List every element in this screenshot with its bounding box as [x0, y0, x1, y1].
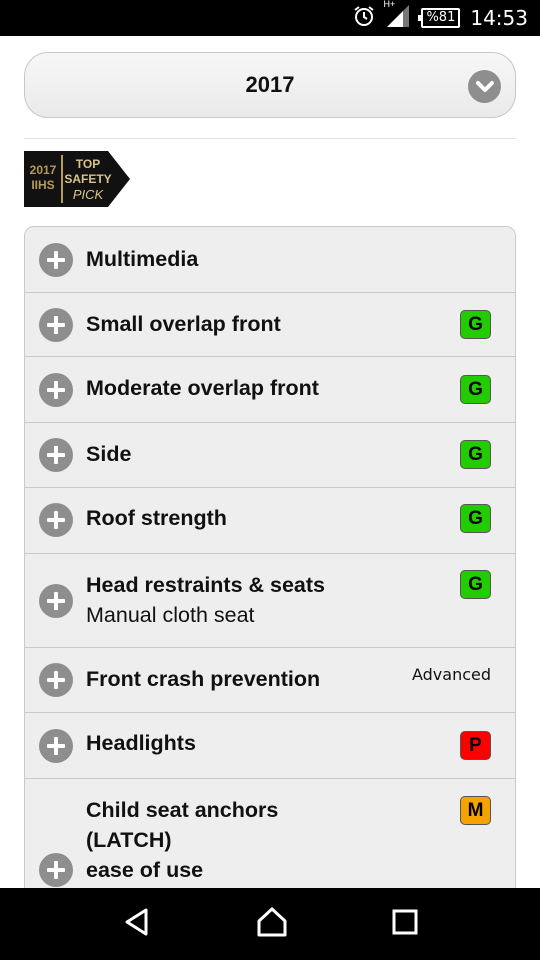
award-line2: SAFETY [64, 172, 111, 186]
battery-level: %81 [426, 10, 456, 25]
rating-badge: G [460, 570, 491, 599]
clock: 14:53 [470, 6, 528, 30]
row-label: Multimedia [86, 247, 199, 271]
row-label: Moderate overlap front [86, 376, 319, 400]
list-item-head-restraints-seats[interactable]: Head restraints & seats Manual cloth sea… [25, 554, 515, 648]
rating-badge: G [460, 310, 491, 339]
rating-badge: M [460, 796, 491, 825]
award-line3: PICK [73, 187, 105, 202]
row-label: Head restraints & seats Manual cloth sea… [86, 570, 325, 630]
status-bar: H+ %81 14:53 [0, 0, 540, 36]
year-dropdown[interactable]: 2017 [24, 52, 516, 118]
rating-badge: G [460, 504, 491, 533]
row-label: Child seat anchors (LATCH) ease of use [86, 795, 278, 885]
rating-text: Advanced [411, 665, 491, 684]
back-icon[interactable] [122, 907, 152, 942]
rating-badge: G [460, 440, 491, 469]
year-value: 2017 [245, 72, 295, 97]
nav-bar [0, 888, 540, 960]
row-label: Headlights [86, 731, 196, 755]
expand-plus-icon [39, 438, 73, 472]
expand-plus-icon [39, 729, 73, 763]
expand-plus-icon [39, 503, 73, 537]
ratings-list: Multimedia Small overlap front G Moderat… [24, 226, 516, 926]
row-label: Front crash prevention [86, 667, 321, 691]
list-item-moderate-overlap-front[interactable]: Moderate overlap front G [25, 357, 515, 423]
row-title-line: (LATCH) [86, 828, 172, 852]
row-title-line: ease of use [86, 858, 204, 882]
award-org: IIHS [31, 178, 54, 192]
row-label: Small overlap front [86, 312, 281, 336]
network-type: H+ [383, 0, 396, 9]
expand-plus-icon [39, 584, 73, 618]
home-icon[interactable] [256, 907, 288, 942]
chevron-down-icon [468, 70, 501, 103]
expand-plus-icon [39, 373, 73, 407]
expand-plus-icon [39, 243, 73, 277]
signal-icon: H+ [383, 0, 411, 32]
award-line1: TOP [76, 157, 100, 171]
row-title: Head restraints & seats [86, 573, 325, 597]
recents-icon[interactable] [392, 909, 418, 940]
expand-plus-icon [39, 663, 73, 697]
rating-badge: P [460, 731, 491, 760]
top-safety-pick-logo: 2017 IIHS TOP SAFETY PICK [24, 151, 130, 207]
award-year: 2017 [30, 163, 57, 177]
list-item-headlights[interactable]: Headlights P [25, 713, 515, 779]
alarm-icon [353, 5, 375, 32]
list-item-roof-strength[interactable]: Roof strength G [25, 488, 515, 554]
rating-badge: G [460, 375, 491, 404]
divider [24, 138, 516, 139]
row-label: Side [86, 442, 132, 466]
row-title-line: Child seat anchors [86, 798, 279, 822]
battery-icon: %81 [418, 8, 461, 28]
list-item-multimedia[interactable]: Multimedia [25, 227, 515, 293]
list-item-side[interactable]: Side G [25, 423, 515, 488]
expand-plus-icon [39, 853, 73, 887]
expand-plus-icon [39, 308, 73, 342]
list-item-front-crash-prevention[interactable]: Front crash prevention Advanced [25, 648, 515, 713]
row-label: Roof strength [86, 506, 227, 530]
row-subtitle: Manual cloth seat [86, 603, 255, 627]
list-item-small-overlap-front[interactable]: Small overlap front G [25, 293, 515, 357]
